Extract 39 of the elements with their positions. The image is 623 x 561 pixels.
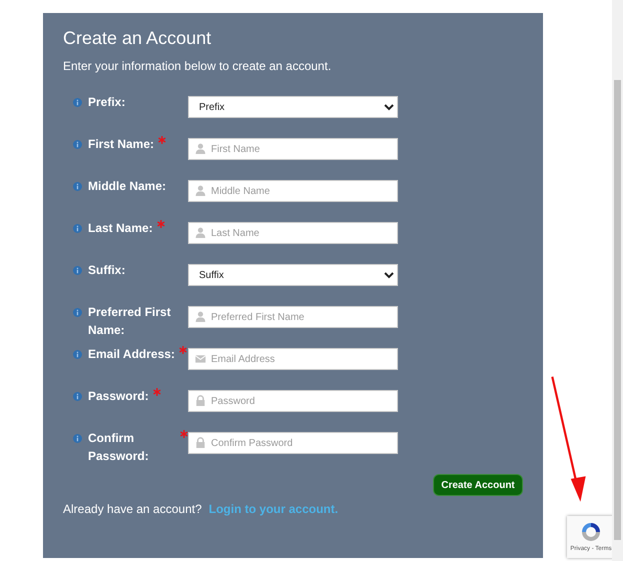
- input-field[interactable]: Last Name: [188, 222, 398, 244]
- input-field[interactable]: Email Address: [188, 348, 398, 370]
- input-field[interactable]: First Name: [188, 138, 398, 160]
- field-label: Preferred First Name:: [88, 304, 172, 339]
- lock-icon: [195, 437, 206, 448]
- lock-icon: [195, 395, 206, 406]
- field-label: Prefix:: [88, 94, 126, 111]
- field-label: Last Name:: [88, 220, 153, 237]
- info-icon[interactable]: [73, 350, 82, 359]
- info-icon[interactable]: [73, 266, 82, 275]
- info-icon[interactable]: [73, 140, 82, 149]
- info-icon[interactable]: [73, 434, 82, 443]
- field-label: Middle Name:: [88, 178, 166, 195]
- recaptcha-logo-icon: [579, 520, 603, 544]
- info-icon[interactable]: [73, 308, 82, 317]
- info-icon[interactable]: [73, 224, 82, 233]
- person-icon: [195, 311, 206, 322]
- input-field[interactable]: Middle Name: [188, 180, 398, 202]
- dropdown-field[interactable]: Prefix: [188, 96, 398, 118]
- field-label: Suffix:: [88, 262, 126, 279]
- info-icon[interactable]: [73, 98, 82, 107]
- input-field[interactable]: Password: [188, 390, 398, 412]
- person-icon: [195, 227, 206, 238]
- field-label: Email Address:: [88, 346, 175, 363]
- field-label: Confirm Password:: [88, 430, 150, 465]
- dropdown-field[interactable]: Suffix: [188, 264, 398, 286]
- person-icon: [195, 185, 206, 196]
- info-icon[interactable]: [73, 392, 82, 401]
- footer-text: Already have an account?: [63, 502, 202, 516]
- person-icon: [195, 143, 206, 154]
- field-label: Password:: [88, 388, 149, 405]
- create-account-button[interactable]: Create Account: [433, 474, 523, 496]
- form-subtitle: Enter your information below to create an account.: [63, 59, 332, 73]
- input-field[interactable]: Confirm Password: [188, 432, 398, 454]
- field-label: First Name:: [88, 136, 154, 153]
- scrollbar[interactable]: [612, 0, 623, 561]
- info-icon[interactable]: [73, 182, 82, 191]
- input-field[interactable]: Preferred First Name: [188, 306, 398, 328]
- form-title: Create an Account: [63, 27, 212, 49]
